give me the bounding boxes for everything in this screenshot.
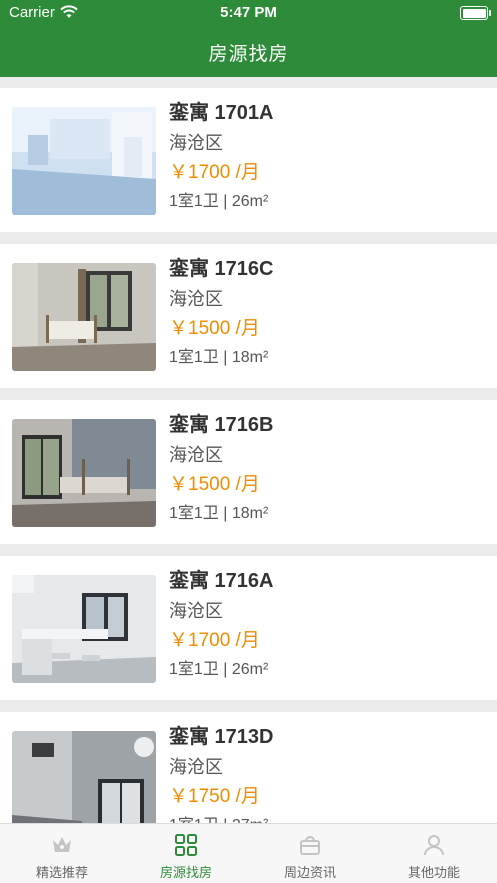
listing-card[interactable]: 銮寓 1716B 海沧区 ￥1500 /月 1室1卫 | 18m² (0, 400, 497, 544)
listing-photo (12, 263, 156, 371)
listing-card[interactable]: 銮寓 1716C 海沧区 ￥1500 /月 1室1卫 | 18m² (0, 244, 497, 388)
listing-photo (12, 107, 156, 215)
tab-listings[interactable]: 房源找房 (124, 824, 248, 883)
listing-district: 海沧区 (169, 601, 223, 621)
listing-name: 銮寓 1716C (169, 258, 274, 280)
listing-district: 海沧区 (169, 757, 223, 777)
listing-price: ￥1500 /月 (169, 474, 260, 495)
listing-name: 銮寓 1713D (169, 726, 274, 748)
crown-icon (53, 837, 71, 852)
tab-featured[interactable]: 精选推荐 (0, 824, 124, 883)
basket-icon (300, 836, 320, 855)
listing-photo (12, 575, 156, 683)
tab-label: 其他功能 (407, 865, 460, 880)
tab-more[interactable]: 其他功能 (372, 824, 496, 883)
listing-name: 銮寓 1716B (169, 414, 274, 436)
status-bar: Carrier 5:47 PM (0, 4, 497, 22)
listing-district: 海沧区 (169, 133, 223, 153)
listing-name: 銮寓 1716A (169, 570, 274, 592)
clock: 5:47 PM (220, 4, 277, 21)
listing-price: ￥1500 /月 (169, 318, 260, 339)
page-title: 房源找房 (208, 44, 289, 65)
listing-specs: 1室1卫 | 26m² (169, 661, 269, 678)
listing-specs: 1室1卫 | 18m² (169, 505, 269, 522)
listing-price: ￥1750 /月 (169, 786, 260, 807)
listing-district: 海沧区 (169, 289, 223, 309)
listing-specs: 1室1卫 | 26m² (169, 193, 269, 210)
person-icon (424, 835, 444, 856)
listing-card[interactable]: 銮寓 1701A 海沧区 ￥1700 /月 1室1卫 | 26m² (0, 88, 497, 232)
nav-header: Carrier 5:47 PM 房源找房 (0, 0, 497, 77)
tab-label: 周边资讯 (283, 865, 336, 880)
tab-label: 房源找房 (159, 865, 212, 880)
listing-price: ￥1700 /月 (169, 630, 260, 651)
tab-nearby[interactable]: 周边资讯 (248, 824, 372, 883)
tab-bar: 精选推荐 房源找房 周边资讯 其他功能 (0, 823, 497, 883)
listing-specs: 1室1卫 | 18m² (169, 349, 269, 366)
listing-price: ￥1700 /月 (169, 162, 260, 183)
listing-district: 海沧区 (169, 445, 223, 465)
listing-name: 銮寓 1701A (169, 102, 274, 124)
listing-photo (12, 419, 156, 527)
listing-list[interactable]: 銮寓 1701A 海沧区 ￥1700 /月 1室1卫 | 26m² 銮寓 171… (0, 88, 497, 868)
listing-card[interactable]: 銮寓 1716A 海沧区 ￥1700 /月 1室1卫 | 26m² (0, 556, 497, 700)
tab-label: 精选推荐 (35, 865, 88, 880)
grid-icon (175, 834, 197, 856)
battery-icon (460, 6, 491, 20)
